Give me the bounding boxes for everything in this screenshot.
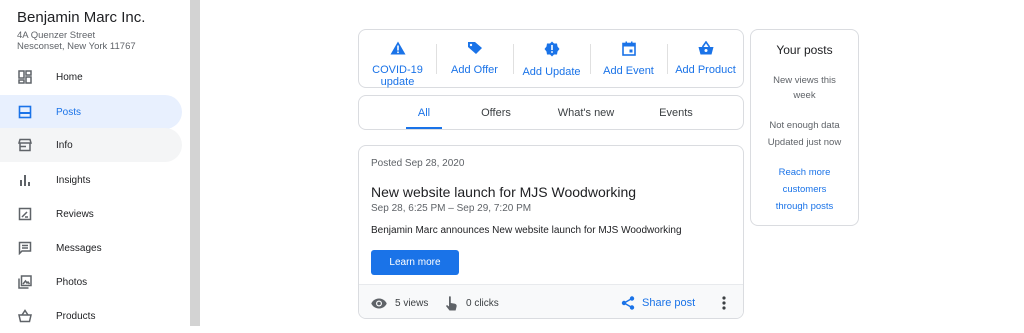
add-event-button[interactable]: Add Event (590, 30, 667, 89)
share-icon (621, 296, 635, 310)
posts-icon (17, 104, 33, 120)
views-stat: 5 views (371, 285, 429, 318)
sidebar-item-reviews[interactable]: Reviews (0, 197, 182, 231)
post-actions-bar: COVID-19 update Add Offer Add Update Add … (358, 29, 744, 88)
tab-label: Events (659, 106, 693, 119)
more-options-icon[interactable] (717, 295, 731, 311)
sidebar-item-photos[interactable]: Photos (0, 265, 182, 299)
sidebar-item-label: Insights (56, 174, 91, 186)
sidebar-scrollbar[interactable] (190, 0, 200, 326)
warning-icon (390, 41, 406, 60)
views-label-line2: week (793, 90, 816, 101)
stats-status: Not enough data (769, 120, 840, 131)
tab-label: What's new (557, 106, 615, 119)
tab-events[interactable]: Events (641, 96, 711, 129)
alert-badge-icon (544, 41, 560, 62)
tab-label: Offers (481, 106, 511, 119)
sidebar-item-label: Home (56, 71, 83, 83)
sidebar-item-home[interactable]: Home (0, 60, 182, 94)
sidebar-item-label: Posts (56, 106, 82, 118)
learn-more-button[interactable]: Learn more (371, 250, 459, 275)
post-card: Posted Sep 28, 2020 New website launch f… (358, 145, 744, 319)
sidebar-item-label: Info (56, 139, 73, 151)
reach-more-link-line1: Reach more (778, 167, 831, 178)
photos-icon (17, 274, 33, 290)
business-name: Benjamin Marc Inc. (17, 9, 146, 26)
add-offer-button[interactable]: Add Offer (436, 30, 513, 89)
business-address-line2: Nesconset, New York 11767 (17, 41, 136, 52)
active-tab-indicator (406, 127, 442, 129)
covid-update-label-line2: update (380, 76, 415, 88)
add-event-label: Add Event (603, 65, 654, 77)
add-update-button[interactable]: Add Update (513, 30, 590, 89)
sidebar-item-posts[interactable]: Posts (0, 95, 182, 129)
reviews-icon (17, 206, 33, 222)
post-footer: 5 views 0 clicks Share post (359, 284, 743, 318)
eye-icon (371, 298, 387, 309)
bar-chart-icon (17, 172, 33, 188)
sidebar-item-label: Messages (56, 242, 102, 254)
your-posts-panel: Your posts New views this week Not enoug… (750, 29, 859, 226)
updated-status: Updated just now (767, 137, 842, 148)
views-count: 5 views (395, 297, 429, 309)
post-filter-tabs: All Offers What's new Events (358, 95, 744, 130)
storefront-icon (17, 137, 33, 153)
covid-update-button[interactable]: COVID-19 update (359, 30, 436, 89)
post-body: Benjamin Marc announces New website laun… (371, 225, 682, 236)
add-update-label: Add Update (522, 66, 581, 78)
clicks-count: 0 clicks (466, 297, 499, 309)
business-address-line1: 4A Quenzer Street (17, 30, 96, 41)
sidebar-item-info[interactable]: Info (0, 128, 182, 162)
share-post-label: Share post (642, 297, 696, 309)
reach-more-link-line3: through posts (775, 201, 834, 212)
sidebar: Benjamin Marc Inc. 4A Quenzer Street Nes… (0, 0, 190, 326)
share-post-button[interactable]: Share post (621, 285, 696, 318)
clicks-stat: 0 clicks (445, 285, 499, 318)
basket-icon (17, 308, 33, 324)
reach-more-link-line2: customers (782, 184, 827, 195)
add-product-label: Add Product (675, 64, 736, 76)
post-title: New website launch for MJS Woodworking (371, 184, 637, 200)
sidebar-item-label: Photos (56, 276, 88, 288)
sidebar-item-insights[interactable]: Insights (0, 163, 182, 197)
sidebar-item-label: Reviews (56, 208, 94, 220)
tab-whats-new[interactable]: What's new (541, 96, 631, 129)
tab-offers[interactable]: Offers (461, 96, 531, 129)
post-date: Posted Sep 28, 2020 (371, 158, 465, 169)
add-product-button[interactable]: Add Product (667, 30, 744, 89)
basket-icon (698, 40, 714, 60)
tag-icon (467, 41, 483, 60)
your-posts-title: Your posts (776, 43, 833, 57)
tab-label: All (417, 106, 431, 119)
sidebar-item-label: Products (56, 310, 96, 322)
covid-update-label-line1: COVID-19 (372, 64, 423, 76)
sidebar-item-products[interactable]: Products (0, 299, 182, 333)
touch-icon (445, 295, 458, 311)
post-date-range: Sep 28, 6:25 PM – Sep 29, 7:20 PM (371, 203, 532, 214)
calendar-icon (621, 41, 636, 61)
message-icon (17, 240, 33, 256)
tab-all[interactable]: All (389, 96, 459, 129)
add-offer-label: Add Offer (451, 64, 498, 76)
dashboard-icon (17, 69, 33, 85)
sidebar-item-messages[interactable]: Messages (0, 231, 182, 265)
